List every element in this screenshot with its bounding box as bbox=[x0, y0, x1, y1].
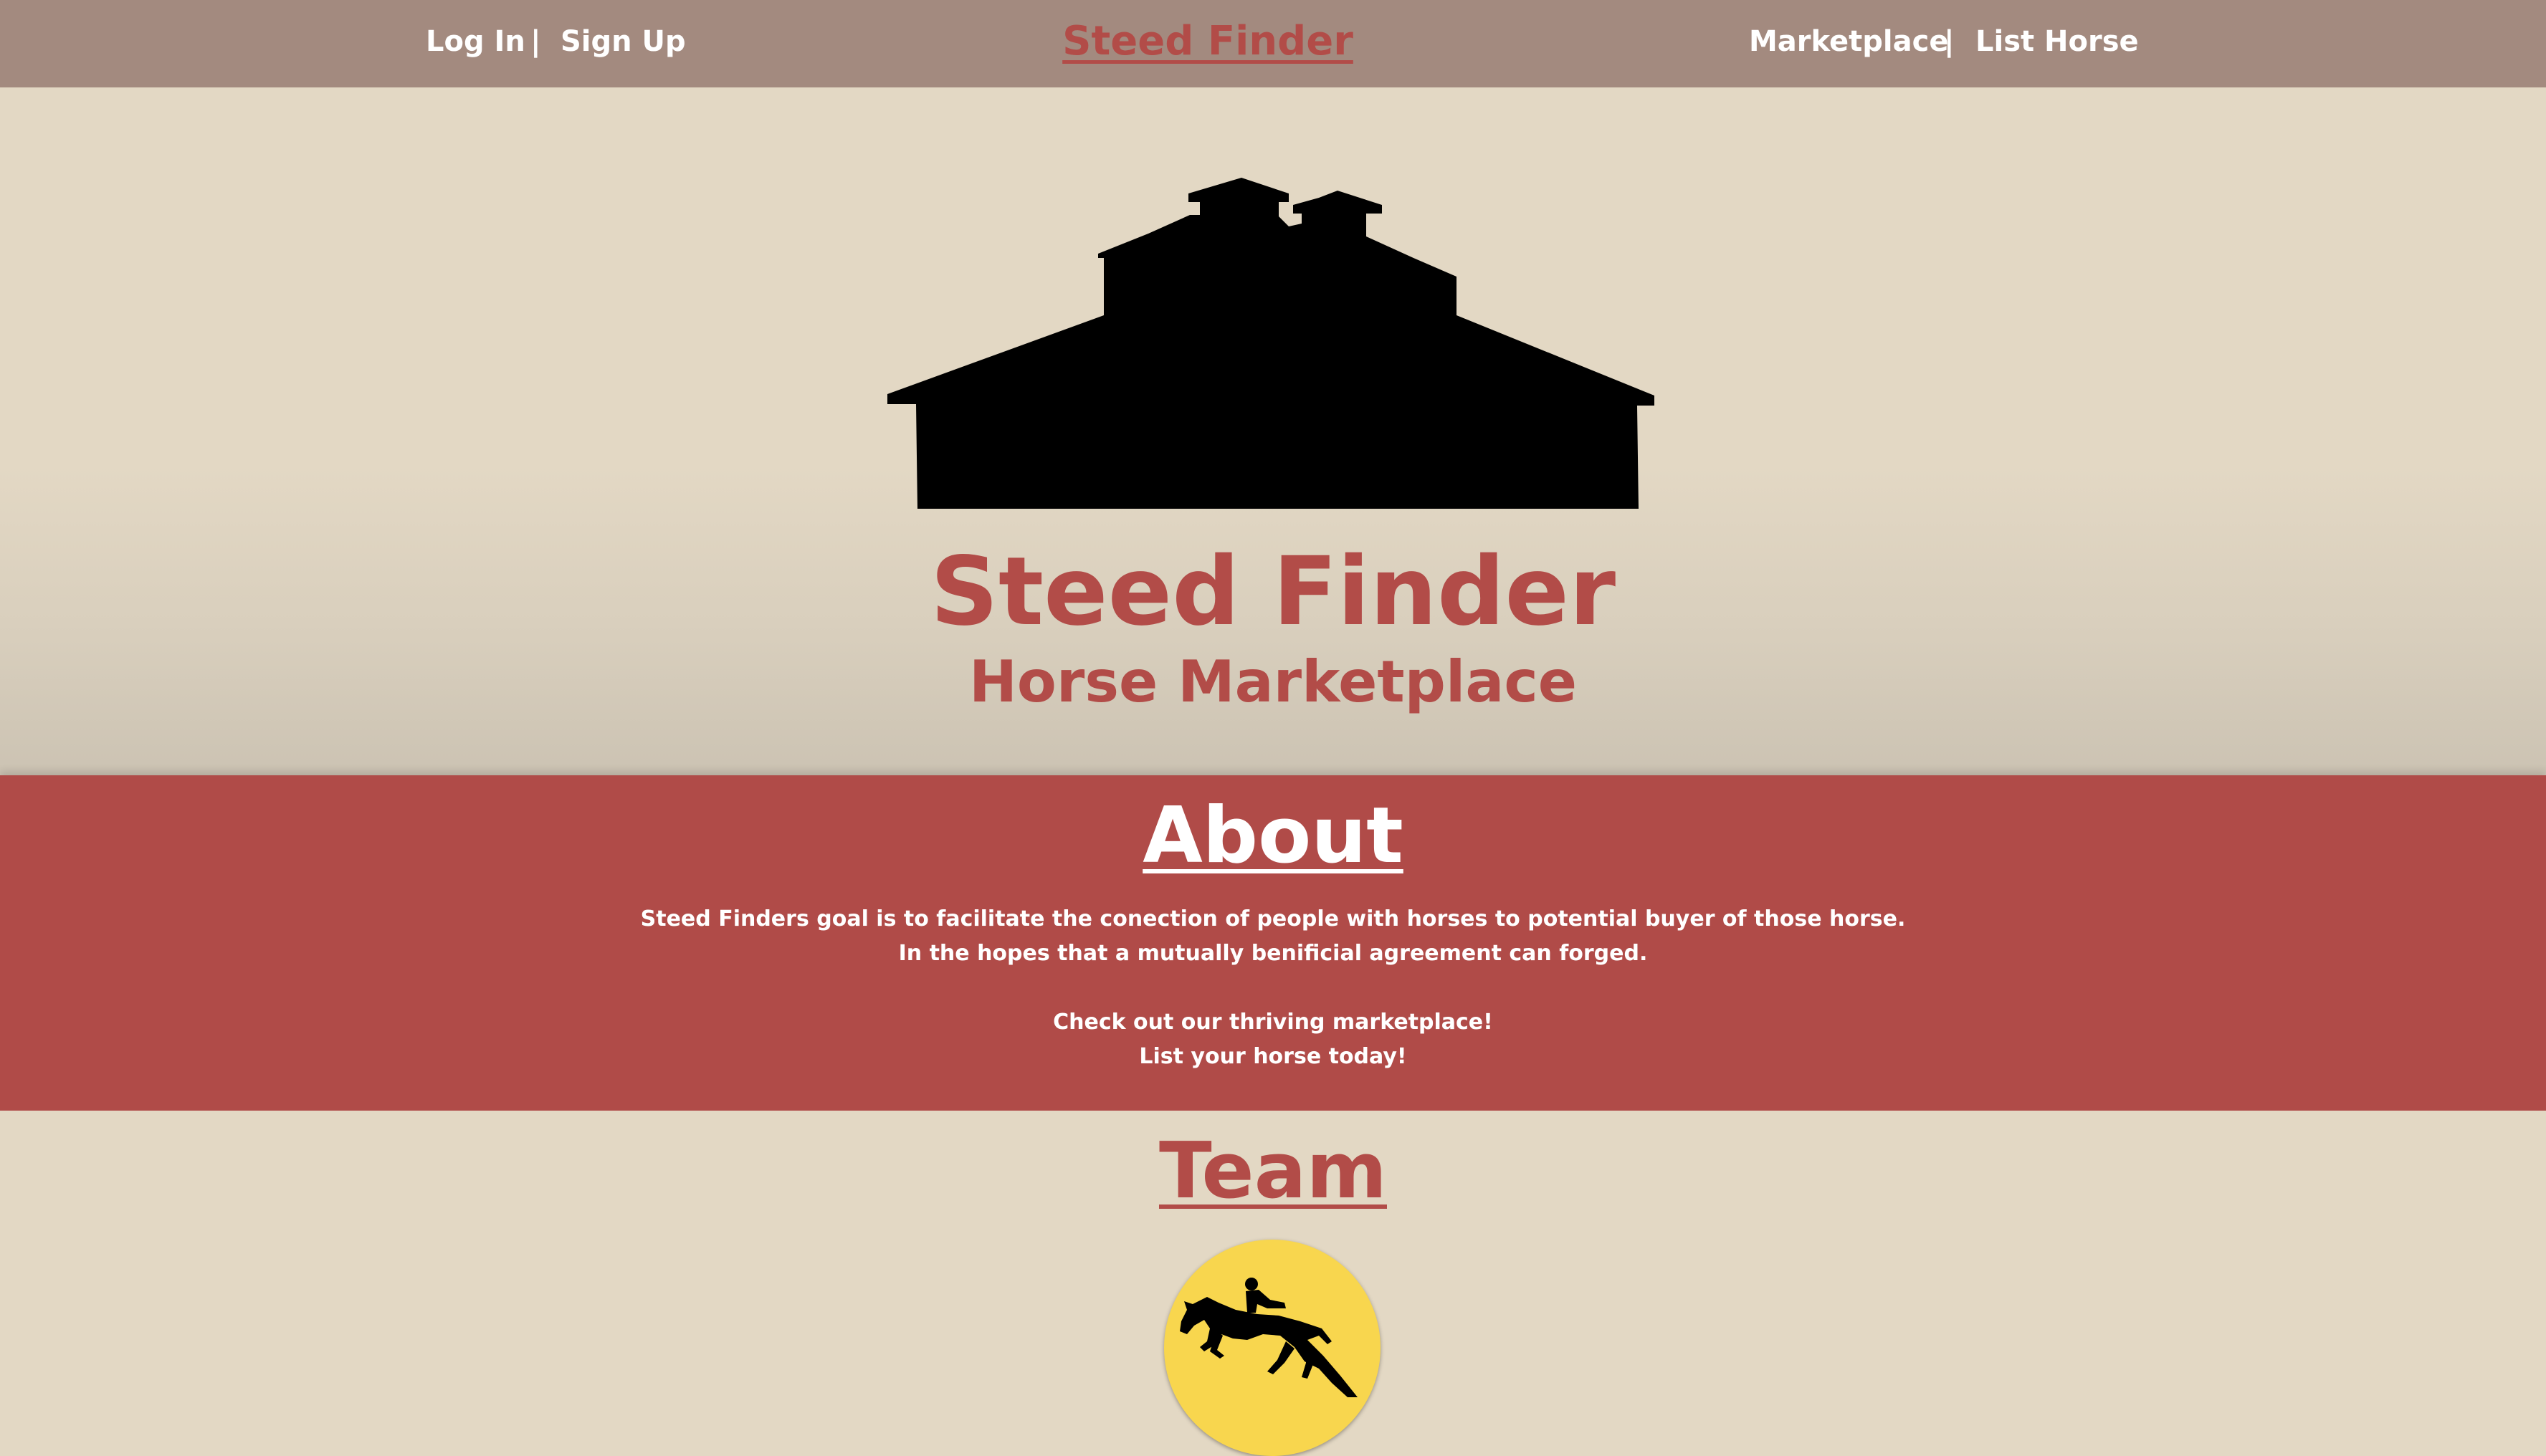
top-navbar: Log In | Sign Up Steed Finder Marketplac… bbox=[0, 0, 2546, 87]
about-text-line: Steed Finders goal is to facilitate the … bbox=[640, 906, 1906, 931]
about-section: About Steed Finders goal is to facilitat… bbox=[0, 775, 2546, 1111]
team-member-avatar[interactable] bbox=[1164, 1240, 1381, 1456]
hero-section: Steed Finder Horse Marketplace bbox=[0, 87, 2546, 775]
about-text-line: List your horse today! bbox=[1139, 1044, 1407, 1069]
hero-subtitle: Horse Marketplace bbox=[968, 648, 1578, 715]
about-text-line: In the hopes that a mutually benificial … bbox=[898, 941, 1648, 966]
hero-title: Steed Finder bbox=[930, 537, 1616, 647]
marketplace-link[interactable]: Marketplace bbox=[1749, 0, 1948, 83]
barn-icon bbox=[887, 178, 1654, 509]
list-horse-link[interactable]: List Horse bbox=[1975, 0, 2139, 83]
nav-separator-right: | bbox=[1944, 25, 1955, 58]
team-heading: Team bbox=[1159, 1126, 1387, 1216]
show-jumping-horse-icon bbox=[1180, 1278, 1358, 1397]
about-text-line: Check out our thriving marketplace! bbox=[1053, 1010, 1493, 1035]
team-section: Team bbox=[0, 1111, 2546, 1456]
about-heading: About bbox=[1143, 791, 1403, 881]
